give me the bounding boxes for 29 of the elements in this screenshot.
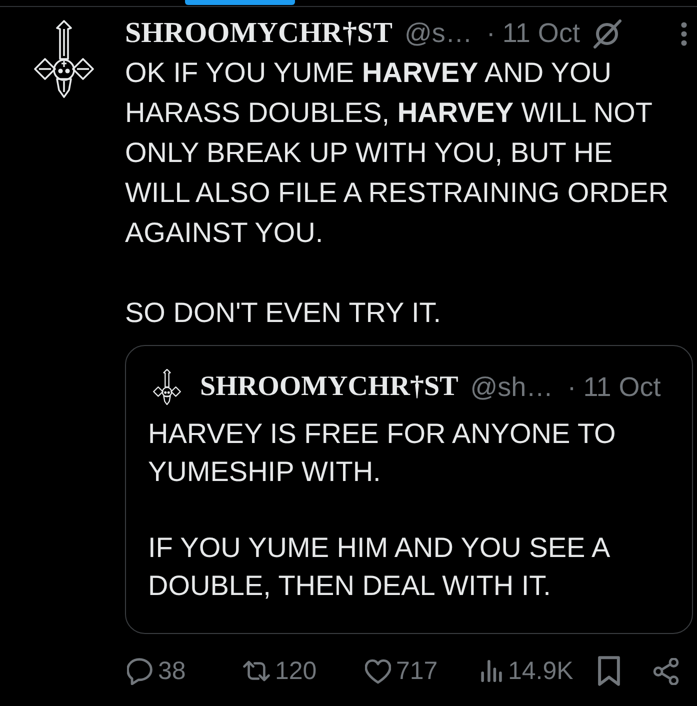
- bar-chart-icon: [480, 660, 503, 682]
- separator-dot: ·: [567, 372, 576, 402]
- bookmark-icon: [598, 656, 620, 686]
- post-text: SO DON'T EVEN TRY IT.: [125, 296, 442, 330]
- timestamp[interactable]: 11 Oct: [502, 18, 580, 49]
- like-button[interactable]: 717: [365, 656, 438, 686]
- cross-emblem-icon[interactable]: [153, 369, 181, 405]
- separator-dot: ·: [486, 18, 496, 49]
- display-name[interactable]: SHROOMYCHR†ST: [125, 17, 392, 50]
- repost-arrows-icon: [243, 660, 270, 682]
- post-text: OK IF YOU YUME HARVEY AND YOU HARASS DOUBLES, HARVEY WILL NOT ONLY BREAK UP WITH YOU, BUT HE WILL ALSO FILE A RESTRAINING ORDER AGAINST YOU.: [125, 56, 670, 250]
- cross-emblem-icon[interactable]: [34, 20, 94, 98]
- share-icon: [653, 658, 679, 684]
- quoted-post-text: IF YOU YUME HIM AND YOU SEE A DOUBLE, THEN DEAL WITH IT.: [148, 531, 610, 603]
- heart-icon: [365, 658, 391, 684]
- slashed-circle-icon[interactable]: [592, 18, 622, 48]
- timestamp[interactable]: 11 Oct: [583, 372, 661, 402]
- user-handle[interactable]: @sh…: [470, 372, 554, 402]
- display-name[interactable]: SHROOMYCHR†ST: [200, 371, 458, 403]
- user-handle[interactable]: @s…: [404, 18, 472, 49]
- share-button[interactable]: [653, 658, 679, 684]
- speech-bubble-icon: [127, 658, 153, 684]
- bookmark-button[interactable]: [598, 656, 620, 686]
- views-button[interactable]: 14.9K: [480, 656, 574, 686]
- quoted-post-card[interactable]: SHROOMYCHR†ST @sh… · 11 Oct HARVEY IS FREE FOR ANYONE TO YUMESHIP WITH. IF YOU YUME HIM AND YOU SEE A DOUBLE, THEN DEAL WITH IT.: [125, 345, 693, 634]
- quoted-post-text: HARVEY IS FREE FOR ANYONE TO YUMESHIP WITH.: [148, 417, 617, 489]
- reply-button[interactable]: 38: [127, 656, 186, 686]
- repost-button[interactable]: 120: [243, 656, 317, 686]
- more-icon[interactable]: [681, 22, 687, 46]
